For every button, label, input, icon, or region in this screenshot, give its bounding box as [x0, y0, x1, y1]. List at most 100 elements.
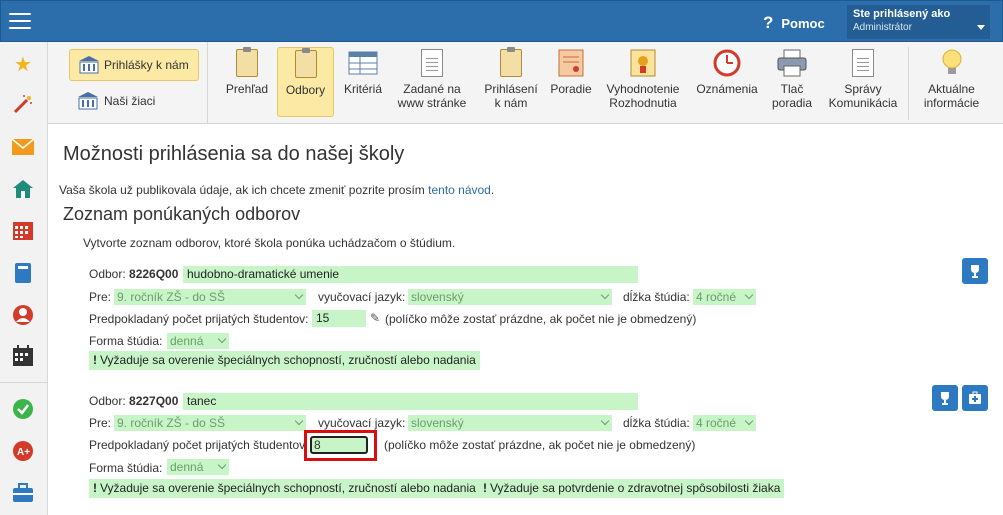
- tab-vyhodnotenie[interactable]: Vyhodnotenie Rozhodnutia: [600, 47, 686, 120]
- tab-prihlaseni[interactable]: Prihlásení k nám: [478, 47, 544, 120]
- forma-label: Forma štúdia:: [89, 461, 163, 475]
- exclamation-icon: !: [483, 481, 487, 495]
- clipboard-check-icon: [500, 47, 522, 77]
- odbor-code: 8226Q00: [129, 267, 179, 281]
- forma-value: denná: [170, 460, 204, 474]
- main-content: Možnosti prihlásenia sa do našej školy V…: [48, 124, 1003, 515]
- tab-label: Odbory: [285, 83, 326, 97]
- jazyk-label: vyučovací jazyk:: [318, 290, 406, 304]
- pre-label: Pre:: [89, 290, 112, 304]
- chevron-down-icon: [744, 416, 754, 426]
- trophy-icon: [941, 392, 949, 405]
- mail-icon[interactable]: [11, 135, 35, 159]
- intro-text: Vytvorte zoznam odborov, ktoré škola pon…: [83, 236, 456, 250]
- pre-select[interactable]: 9. ročník ZŠ - do SŠ: [114, 289, 306, 305]
- dlzka-select[interactable]: 4 ročné: [693, 289, 756, 305]
- forma-select[interactable]: denná: [167, 333, 229, 349]
- schedule-icon[interactable]: [11, 344, 35, 368]
- dlzka-label: dĺžka štúdia:: [623, 290, 690, 304]
- magic-wand-icon[interactable]: [11, 92, 35, 116]
- printer-icon: [777, 49, 807, 77]
- question-icon: ?: [763, 13, 774, 32]
- clock-refresh-icon: [713, 49, 741, 77]
- tab-odbory[interactable]: Odbory: [277, 47, 334, 117]
- jazyk-select[interactable]: slovenský: [408, 415, 612, 431]
- sidebar-divider: [0, 382, 48, 383]
- edit-icon[interactable]: ✎: [370, 311, 380, 325]
- tab-kriteria[interactable]: Kritériá: [336, 47, 390, 120]
- odbor-name-field[interactable]: hudobno-dramatické umenie: [183, 266, 638, 283]
- chevron-down-icon: [744, 290, 754, 300]
- pocet-input[interactable]: 15: [312, 310, 366, 327]
- pocet-label: Predpokladaný počet prijatých študentov:: [89, 312, 309, 326]
- tab-aktualne[interactable]: Aktuálne informácie: [908, 47, 994, 120]
- certificate-icon: [558, 49, 584, 77]
- guide-link[interactable]: tento návod: [428, 183, 491, 197]
- document-icon: [421, 49, 443, 77]
- pocet-note: (políčko môže zostať prázdne, ak počet n…: [384, 438, 696, 452]
- pre-select[interactable]: 9. ročník ZŠ - do SŠ: [114, 415, 306, 431]
- prihlasky-button[interactable]: Prihlášky k nám: [69, 49, 199, 81]
- book-icon[interactable]: [11, 261, 35, 285]
- table-icon: [348, 51, 378, 75]
- tab-label: Správy: [844, 82, 882, 96]
- user-icon[interactable]: [11, 303, 35, 327]
- hamburger-menu-icon[interactable]: [9, 13, 31, 29]
- pre-value: 9. ročník ZŠ - do SŠ: [117, 416, 226, 430]
- forma-select[interactable]: denná: [167, 459, 229, 475]
- calendar-grid-icon[interactable]: [11, 219, 35, 243]
- pocet-input[interactable]: 8: [310, 436, 368, 454]
- pocet-note: (políčko môže zostať prázdne, ak počet n…: [385, 312, 697, 326]
- tab-prehlad[interactable]: Prehľad: [218, 47, 276, 120]
- building-icon: [78, 92, 98, 110]
- trophy-button[interactable]: [932, 385, 958, 411]
- jazyk-select[interactable]: slovenský: [408, 289, 612, 305]
- requirement-text: Vyžaduje sa overenie špeciálnych schopno…: [100, 481, 476, 495]
- top-bar: ? Pomoc Ste prihlásený ako Administrátor: [0, 0, 1003, 42]
- tab-label: poradia: [771, 96, 813, 110]
- trophy-button[interactable]: [962, 258, 988, 284]
- a-plus-icon[interactable]: A+: [11, 439, 35, 463]
- tab-label: Tlač: [780, 82, 804, 96]
- tab-label: Poradie: [550, 82, 592, 96]
- pre-value: 9. ročník ZŠ - do SŠ: [117, 290, 226, 304]
- tab-zadane[interactable]: Zadané na www stránke: [392, 47, 472, 120]
- medical-kit-icon: [969, 391, 981, 404]
- award-document-icon: [630, 49, 656, 77]
- chevron-down-icon: [294, 416, 304, 426]
- dlzka-value: 4 ročné: [696, 290, 737, 304]
- tab-poradie[interactable]: Poradie: [546, 47, 596, 120]
- tab-label: informácie: [923, 96, 980, 110]
- forma-label: Forma štúdia:: [89, 334, 163, 348]
- dlzka-select[interactable]: 4 ročné: [693, 415, 756, 431]
- tab-label: k nám: [494, 96, 528, 110]
- briefcase-icon[interactable]: [11, 481, 35, 505]
- tab-tlac[interactable]: Tlač poradia: [766, 47, 818, 120]
- home-icon[interactable]: [11, 177, 35, 201]
- odbor-name-field[interactable]: tanec: [183, 393, 638, 410]
- tab-label: Komunikácia: [828, 96, 898, 110]
- requirement-text: Vyžaduje sa potvrdenie o zdravotnej spôs…: [490, 481, 781, 495]
- caret-down-icon: [977, 25, 985, 30]
- chevron-down-icon: [217, 334, 227, 344]
- tab-label: Rozhodnutia: [609, 96, 677, 110]
- jazyk-value: slovenský: [411, 290, 464, 304]
- tab-label: Aktuálne: [928, 82, 975, 96]
- tab-spravy[interactable]: Správy Komunikácia: [822, 47, 904, 120]
- tab-oznamenia[interactable]: Oznámenia: [692, 47, 762, 120]
- odbor-label: Odbor: 8227Q00: [89, 394, 178, 408]
- tab-label: Oznámenia: [696, 82, 758, 96]
- check-circle-icon[interactable]: [11, 397, 35, 421]
- help-link[interactable]: ? Pomoc: [763, 13, 825, 33]
- published-notice: Vaša škola už publikovala údaje, ak ich …: [59, 183, 494, 197]
- tab-label: Zadané na: [403, 82, 461, 96]
- dlzka-value: 4 ročné: [696, 416, 737, 430]
- medical-kit-button[interactable]: [962, 385, 988, 411]
- ziaci-button[interactable]: Naši žiaci: [77, 88, 155, 114]
- published-end: .: [490, 183, 495, 197]
- user-line1: Ste prihlásený ako: [853, 8, 951, 20]
- left-sidebar: ★ A+: [0, 42, 48, 515]
- user-menu[interactable]: Ste prihlásený ako Administrátor: [847, 5, 990, 39]
- tab-label: Prehľad: [225, 82, 269, 96]
- star-icon[interactable]: ★: [11, 52, 35, 76]
